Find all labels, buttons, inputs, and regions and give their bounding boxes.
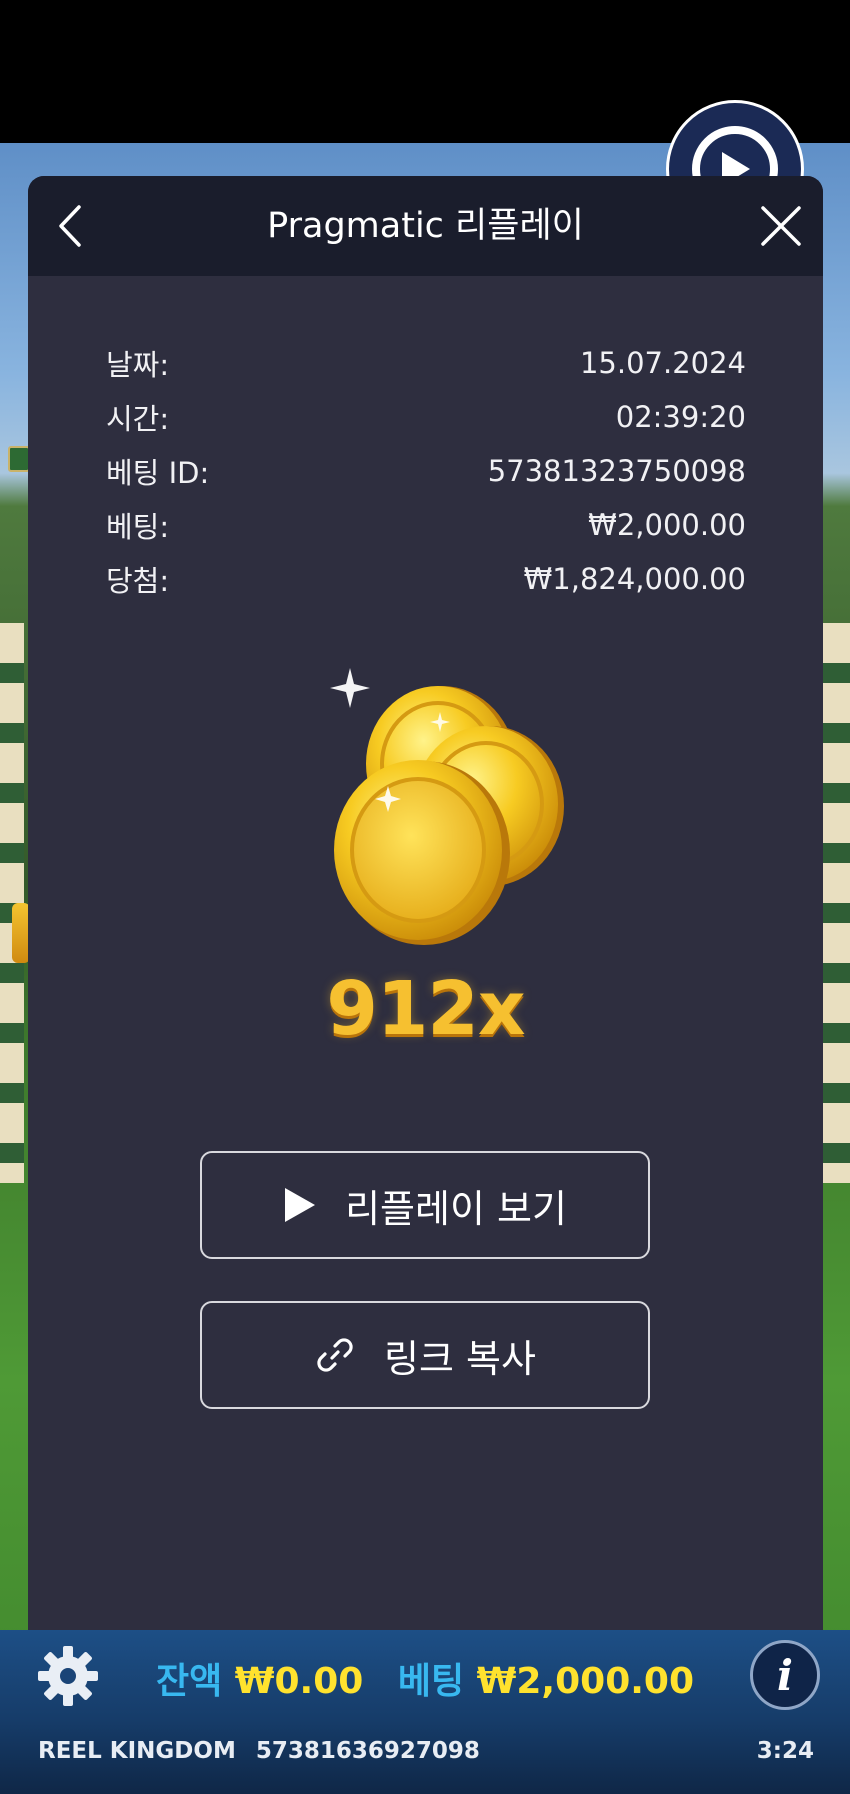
- session-id: 57381636927098: [255, 1738, 480, 1764]
- provider-name: REEL KINGDOM: [38, 1738, 236, 1764]
- background-fence-right: [822, 623, 850, 1183]
- watch-replay-button[interactable]: 리플레이 보기: [200, 1151, 650, 1259]
- copy-link-button[interactable]: 링크 복사: [200, 1301, 650, 1409]
- modal-header: Pragmatic 리플레이: [28, 176, 823, 276]
- bet-value: ₩2,000.00: [476, 1661, 695, 1702]
- win-row: 당첨: ₩1,824,000.00: [106, 552, 746, 606]
- win-label: 당첨:: [106, 564, 170, 598]
- bet-id-value: 57381323750098: [487, 454, 746, 488]
- date-value: 15.07.2024: [579, 346, 746, 380]
- balance-display: 잔액 ₩0.00 베팅 ₩2,000.00: [0, 1652, 850, 1704]
- win-multiplier: 912x: [326, 966, 525, 1052]
- clock: 3:24: [756, 1738, 814, 1764]
- bet-id-row: 베팅 ID: 57381323750098: [106, 444, 746, 498]
- balance-label: 잔액: [155, 1661, 223, 1702]
- info-icon: i: [777, 1650, 793, 1700]
- bet-id-label: 베팅 ID:: [106, 456, 210, 490]
- date-row: 날짜: 15.07.2024: [106, 336, 746, 390]
- watch-replay-label: 리플레이 보기: [345, 1186, 567, 1231]
- time-row: 시간: 02:39:20: [106, 390, 746, 444]
- info-button[interactable]: i: [750, 1640, 820, 1710]
- play-icon: [285, 1188, 316, 1222]
- bet-amount-row: 베팅: ₩2,000.00: [106, 498, 746, 552]
- bet-amount-label: 베팅:: [106, 510, 170, 544]
- close-button[interactable]: [753, 198, 809, 254]
- bet-details: 날짜: 15.07.2024 시간: 02:39:20 베팅 ID: 57381…: [106, 336, 746, 606]
- copy-link-label: 링크 복사: [384, 1336, 536, 1381]
- bet-label: 베팅: [397, 1661, 465, 1702]
- time-label: 시간:: [106, 402, 170, 436]
- chevron-left-icon: [59, 205, 81, 247]
- date-label: 날짜:: [106, 348, 170, 382]
- balance-value: ₩0.00: [234, 1661, 364, 1702]
- footer-session: REEL KINGDOM 57381636927098: [38, 1738, 480, 1764]
- link-icon: [317, 1338, 353, 1372]
- background-sign: [8, 446, 30, 472]
- close-icon: [761, 206, 801, 246]
- win-value: ₩1,824,000.00: [523, 562, 746, 596]
- modal-title: Pragmatic 리플레이: [267, 206, 584, 246]
- bet-amount-value: ₩2,000.00: [588, 508, 746, 542]
- back-button[interactable]: [42, 198, 98, 254]
- time-value: 02:39:20: [615, 400, 746, 434]
- gold-coins-icon: [330, 668, 564, 945]
- replay-modal: Pragmatic 리플레이 날짜: 15.07.2024 시간: 02:39:…: [28, 176, 823, 1640]
